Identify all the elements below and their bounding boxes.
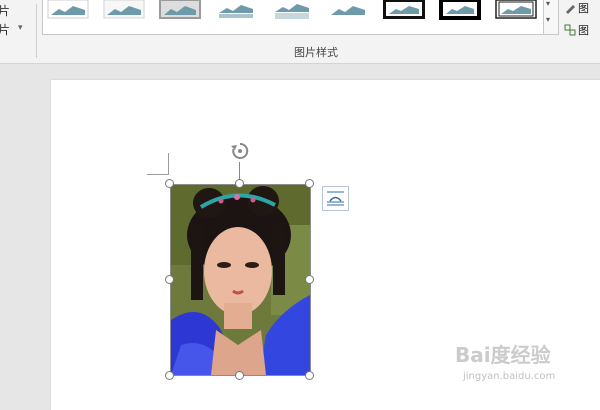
resize-handle-top-right[interactable] bbox=[305, 179, 314, 188]
picture-layout-icon bbox=[564, 24, 576, 36]
style-thick-black-frame[interactable] bbox=[383, 0, 425, 20]
picture-border-icon bbox=[566, 5, 575, 14]
rotate-handle-icon[interactable] bbox=[229, 140, 251, 162]
picture-border-label: 图 bbox=[578, 2, 589, 15]
margin-corner-mark-vertical bbox=[168, 153, 169, 175]
picture-styles-group-label: 图片样式 bbox=[294, 46, 338, 59]
watermark-url: jingyan.baidu.com bbox=[463, 371, 556, 382]
selected-picture[interactable] bbox=[170, 184, 311, 376]
watermark-brand: Bai度经验 bbox=[455, 343, 551, 367]
resize-handle-top[interactable] bbox=[235, 179, 244, 188]
ribbon-picture-format: 片 片 ▾ ▾ ▾ 图片样式 图 图 bbox=[0, 0, 600, 64]
layout-options-icon bbox=[327, 191, 344, 206]
resize-handle-right[interactable] bbox=[305, 275, 314, 284]
picture-layout-label: 图 bbox=[578, 24, 589, 37]
resize-handle-top-left[interactable] bbox=[165, 179, 174, 188]
margin-corner-mark bbox=[147, 174, 169, 175]
picture-layout-button[interactable]: 图 bbox=[564, 22, 589, 38]
layout-options-button[interactable] bbox=[322, 186, 349, 211]
style-plain[interactable] bbox=[327, 0, 369, 20]
ribbon-left-item-1[interactable]: 片 bbox=[0, 2, 10, 19]
resize-handle-bottom-right[interactable] bbox=[305, 371, 314, 380]
resize-handle-bottom[interactable] bbox=[235, 371, 244, 380]
gallery-more-icon[interactable]: ▾ bbox=[546, 0, 550, 8]
ribbon-left-group: 片 片 ▾ bbox=[0, 0, 36, 63]
resize-handle-left[interactable] bbox=[165, 275, 174, 284]
picture-styles-gallery bbox=[42, 0, 544, 35]
style-shadow-rectangle[interactable] bbox=[159, 0, 201, 20]
style-reflected[interactable] bbox=[215, 0, 257, 20]
style-black-frame-shadow[interactable] bbox=[439, 0, 481, 20]
portrait-photo[interactable] bbox=[171, 185, 310, 375]
style-simple-frame-white[interactable] bbox=[47, 0, 89, 20]
dropdown-arrow-icon[interactable]: ▾ bbox=[18, 23, 23, 33]
picture-border-button[interactable]: 图 bbox=[564, 0, 589, 16]
style-reflected-rounded[interactable] bbox=[271, 0, 313, 20]
gallery-scroll[interactable]: ▾ ▾ bbox=[543, 0, 559, 35]
resize-handle-bottom-left[interactable] bbox=[165, 371, 174, 380]
ribbon-left-item-2[interactable]: 片 bbox=[0, 21, 10, 38]
ribbon-separator bbox=[36, 4, 37, 58]
style-soft-edge[interactable] bbox=[103, 0, 145, 20]
gallery-expand-icon[interactable]: ▾ bbox=[546, 15, 550, 24]
style-double-frame-black[interactable] bbox=[495, 0, 537, 20]
